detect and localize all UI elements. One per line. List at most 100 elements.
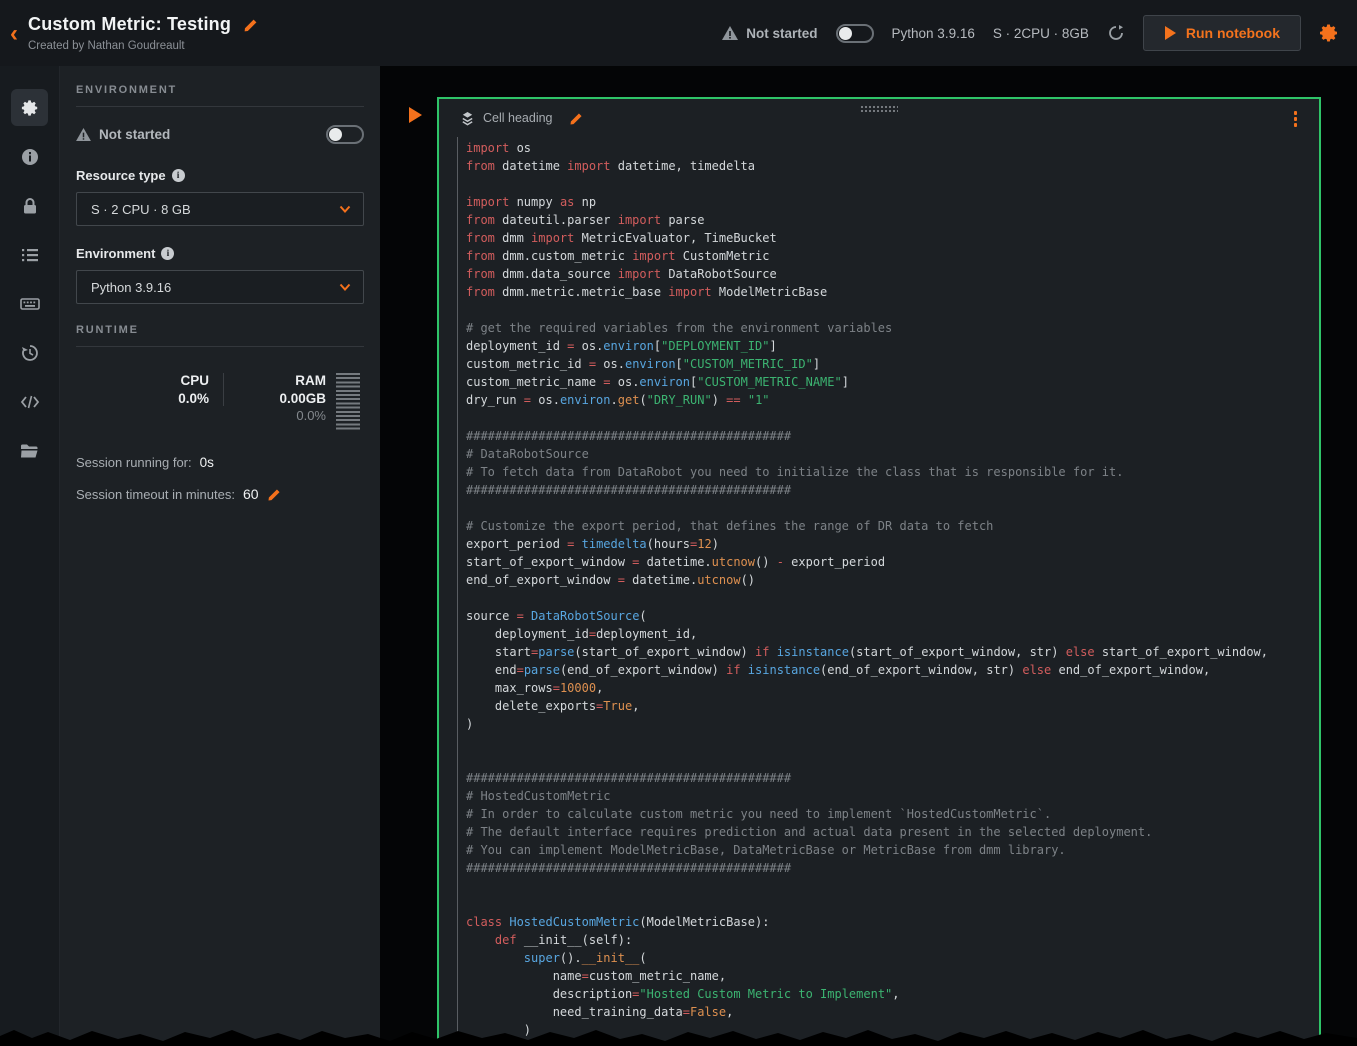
session-running-label: Session running for: bbox=[76, 455, 192, 470]
code-line: ########################################… bbox=[466, 427, 1319, 445]
code-line: deployment_id = os.environ["DEPLOYMENT_I… bbox=[466, 337, 1319, 355]
code-line bbox=[466, 877, 1319, 895]
notebook-app: ‹ Custom Metric: Testing Created by Nath… bbox=[0, 0, 1357, 1046]
ram-percent: 0.0% bbox=[296, 408, 326, 423]
code-line: from dateutil.parser import parse bbox=[466, 211, 1319, 229]
runtime-section-header: RUNTIME bbox=[76, 324, 364, 347]
environment-value: Python 3.9.16 bbox=[91, 280, 171, 295]
code-line: # HostedCustomMetric bbox=[466, 787, 1319, 805]
edit-timeout-pencil-icon[interactable] bbox=[267, 487, 282, 502]
code-editor[interactable]: import osfrom datetime import datetime, … bbox=[457, 137, 1319, 1039]
code-icon bbox=[20, 394, 40, 410]
edit-cell-heading-pencil-icon[interactable] bbox=[569, 111, 584, 126]
code-line: # In order to calculate custom metric yo… bbox=[466, 805, 1319, 823]
code-line: export_period = timedelta(hours=12) bbox=[466, 535, 1319, 553]
chevron-down-icon bbox=[339, 281, 351, 293]
sidebar-item-code-snippets[interactable] bbox=[11, 383, 48, 420]
code-line: # To fetch data from DataRobot you need … bbox=[466, 463, 1319, 481]
edit-title-pencil-icon[interactable] bbox=[243, 17, 259, 33]
cell-header: Cell heading bbox=[439, 99, 1319, 137]
resource-type-select[interactable]: S · 2 CPU · 8 GB bbox=[76, 192, 364, 226]
settings-gear-icon[interactable] bbox=[1319, 23, 1339, 43]
code-line bbox=[466, 751, 1319, 769]
sidebar-item-shortcuts[interactable] bbox=[11, 285, 48, 322]
code-line: # You can implement ModelMetricBase, Dat… bbox=[466, 841, 1319, 859]
run-cell-button[interactable] bbox=[408, 107, 422, 123]
run-notebook-label: Run notebook bbox=[1186, 25, 1280, 41]
cpu-label: CPU bbox=[180, 373, 209, 388]
sidebar-item-files[interactable] bbox=[11, 432, 48, 469]
code-line: from dmm.metric.metric_base import Model… bbox=[466, 283, 1319, 301]
environment-select[interactable]: Python 3.9.16 bbox=[76, 270, 364, 304]
folder-icon bbox=[20, 443, 39, 459]
code-line: end_of_export_window = datetime.utcnow() bbox=[466, 571, 1319, 589]
code-line: name=custom_metric_name, bbox=[466, 967, 1319, 985]
warning-icon bbox=[76, 128, 91, 141]
code-line bbox=[466, 733, 1319, 751]
sidebar-item-settings[interactable] bbox=[11, 89, 48, 126]
resource-type-label: Resource type bbox=[76, 168, 166, 183]
environment-info-icon[interactable]: i bbox=[161, 247, 174, 260]
ram-value: 0.00GB bbox=[279, 391, 326, 406]
start-session-toggle[interactable] bbox=[836, 24, 874, 43]
created-by-label: Created by Nathan Goudreault bbox=[28, 40, 259, 52]
environment-section-header: ENVIRONMENT bbox=[76, 84, 364, 107]
code-line: deployment_id=deployment_id, bbox=[466, 625, 1319, 643]
code-line: description="Hosted Custom Metric to Imp… bbox=[466, 985, 1319, 1003]
code-line: # DataRobotSource bbox=[466, 445, 1319, 463]
notebook-status: Not started bbox=[722, 26, 817, 41]
refresh-icon[interactable] bbox=[1107, 24, 1125, 42]
gear-icon bbox=[21, 99, 39, 117]
code-line bbox=[466, 301, 1319, 319]
code-line: ########################################… bbox=[466, 769, 1319, 787]
cell-heading-label: Cell heading bbox=[483, 111, 553, 125]
code-line: super().__init__( bbox=[466, 949, 1319, 967]
code-line: end=parse(end_of_export_window) if isins… bbox=[466, 661, 1319, 679]
ram-usage-meter bbox=[336, 373, 360, 431]
runtime-meters: CPU 0.0% RAM 0.00GB 0.0% bbox=[76, 365, 364, 445]
code-line bbox=[466, 175, 1319, 193]
chevron-down-icon bbox=[339, 203, 351, 215]
environment-panel: ENVIRONMENT Not started Resource type i … bbox=[60, 66, 380, 1046]
code-line: # Customize the export period, that defi… bbox=[466, 517, 1319, 535]
code-line: start=parse(start_of_export_window) if i… bbox=[466, 643, 1319, 661]
notebook-cell[interactable]: Cell heading import osfrom datetime impo… bbox=[437, 97, 1321, 1046]
code-line: from dmm.data_source import DataRobotSou… bbox=[466, 265, 1319, 283]
cell-drag-handle[interactable] bbox=[860, 105, 898, 112]
sidebar-item-outline[interactable] bbox=[11, 236, 48, 273]
code-line bbox=[466, 895, 1319, 913]
code-line: ########################################… bbox=[466, 859, 1319, 877]
code-line: custom_metric_name = os.environ["CUSTOM_… bbox=[466, 373, 1319, 391]
python-version-label: Python 3.9.16 bbox=[892, 26, 975, 41]
notebook-canvas: Cell heading import osfrom datetime impo… bbox=[380, 66, 1357, 1046]
heading-layers-icon bbox=[460, 111, 475, 126]
code-line: source = DataRobotSource( bbox=[466, 607, 1319, 625]
code-line: from datetime import datetime, timedelta bbox=[466, 157, 1319, 175]
back-button[interactable]: ‹ bbox=[10, 22, 18, 46]
play-icon bbox=[1164, 26, 1176, 40]
code-line bbox=[466, 499, 1319, 517]
page-title: Custom Metric: Testing bbox=[28, 14, 231, 35]
keyboard-icon bbox=[20, 294, 40, 314]
code-line: import os bbox=[466, 139, 1319, 157]
run-notebook-button[interactable]: Run notebook bbox=[1143, 15, 1301, 51]
cell-menu-kebab-icon[interactable] bbox=[1294, 111, 1298, 127]
sidebar-item-history[interactable] bbox=[11, 334, 48, 371]
session-running-value: 0s bbox=[200, 455, 214, 470]
panel-session-toggle[interactable] bbox=[326, 125, 364, 144]
code-line: # get the required variables from the en… bbox=[466, 319, 1319, 337]
sidebar-item-info[interactable] bbox=[11, 138, 48, 175]
code-line: import numpy as np bbox=[466, 193, 1319, 211]
code-line: max_rows=10000, bbox=[466, 679, 1319, 697]
resource-type-info-icon[interactable]: i bbox=[172, 169, 185, 182]
info-icon bbox=[21, 148, 39, 166]
code-line: need_training_data=False, bbox=[466, 1003, 1319, 1021]
code-line: def __init__(self): bbox=[466, 931, 1319, 949]
sidebar-item-permissions[interactable] bbox=[11, 187, 48, 224]
code-line: ########################################… bbox=[466, 481, 1319, 499]
cpu-value: 0.0% bbox=[178, 391, 209, 406]
lock-icon bbox=[21, 197, 39, 215]
warning-icon bbox=[722, 26, 738, 40]
resource-type-value: S · 2 CPU · 8 GB bbox=[91, 202, 191, 217]
icon-rail bbox=[0, 66, 60, 1046]
